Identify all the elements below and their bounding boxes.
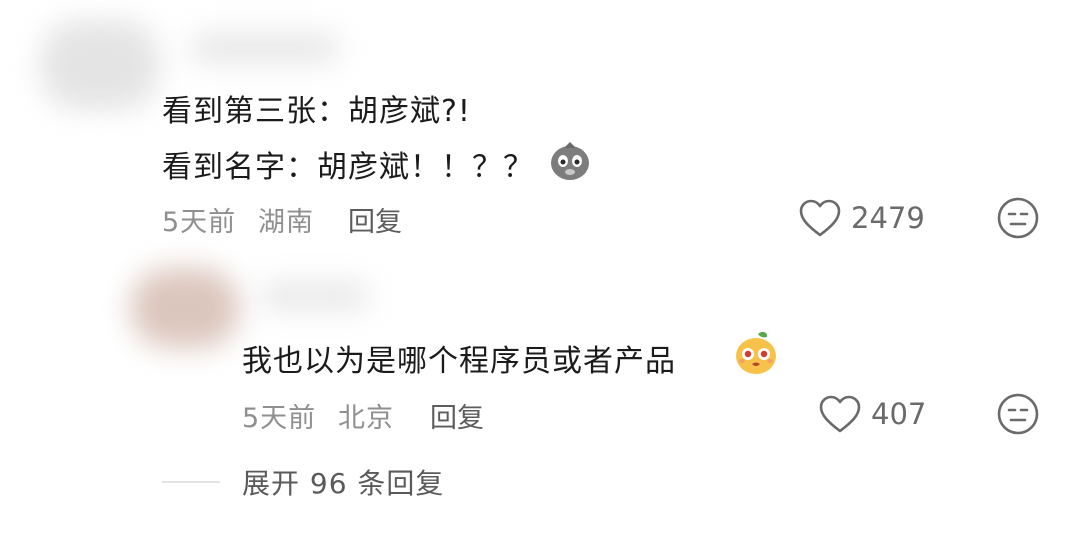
- comment-avatar-blurred: [40, 20, 160, 110]
- reply-location: 北京: [338, 403, 394, 434]
- reply-text: 我也以为是哪个程序员或者产品: [242, 344, 676, 379]
- comment-reply-button[interactable]: 回复: [348, 200, 402, 239]
- reply-reply-button[interactable]: 回复: [430, 396, 484, 435]
- comment-dislike-face-icon[interactable]: [996, 196, 1040, 240]
- comment-username-blurred: [190, 32, 340, 64]
- reply-time: 5天前: [242, 403, 317, 434]
- comment-location: 湖南: [258, 207, 314, 238]
- expand-replies-button[interactable]: 展开 96 条回复: [242, 462, 444, 502]
- sad-pig-emoji-icon: [546, 136, 594, 184]
- comment-like-count: 2479: [851, 201, 925, 235]
- reply-like-heart-icon[interactable]: [818, 394, 862, 434]
- comment-like-heart-icon[interactable]: [798, 198, 842, 238]
- reply-username-blurred: [260, 282, 370, 310]
- comment-text-line-1: 看到第三张：胡彦斌?!: [162, 94, 471, 129]
- expand-divider-line: [162, 481, 220, 483]
- mango-face-emoji-icon: [732, 328, 780, 376]
- comment-text-line-2: 看到名字：胡彦斌！！？？: [162, 150, 534, 185]
- reply-dislike-face-icon[interactable]: [996, 392, 1040, 436]
- reply-avatar-blurred: [130, 268, 240, 348]
- reply-like-count: 407: [871, 397, 927, 431]
- comment-time: 5天前: [162, 207, 237, 238]
